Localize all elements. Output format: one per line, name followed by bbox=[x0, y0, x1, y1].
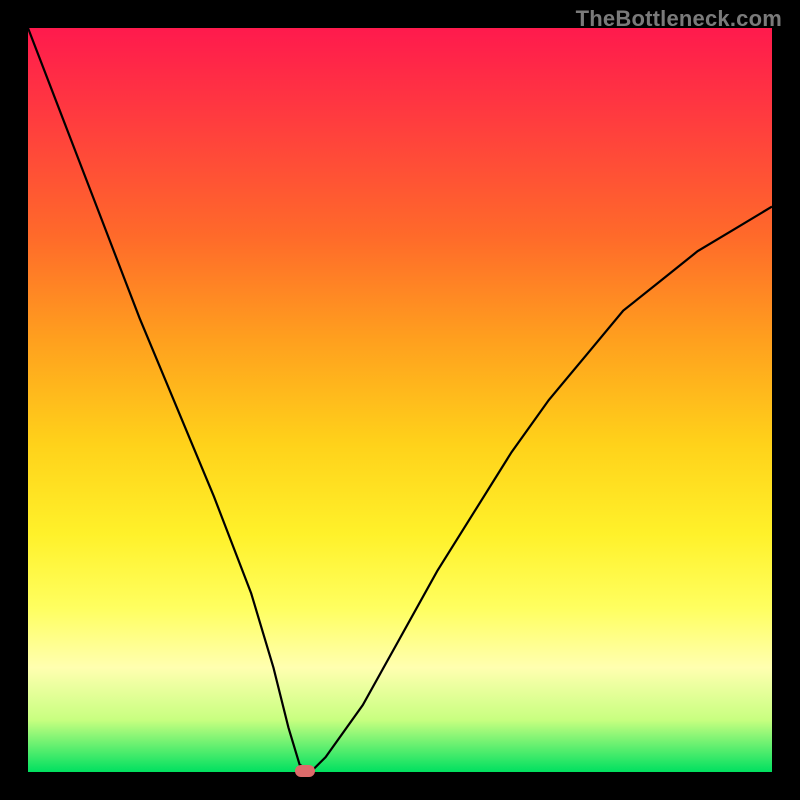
bottleneck-curve bbox=[28, 28, 772, 772]
watermark-text: TheBottleneck.com bbox=[576, 6, 782, 32]
chart-frame: TheBottleneck.com bbox=[0, 0, 800, 800]
minimum-marker bbox=[295, 765, 315, 777]
curve-path bbox=[28, 28, 772, 772]
